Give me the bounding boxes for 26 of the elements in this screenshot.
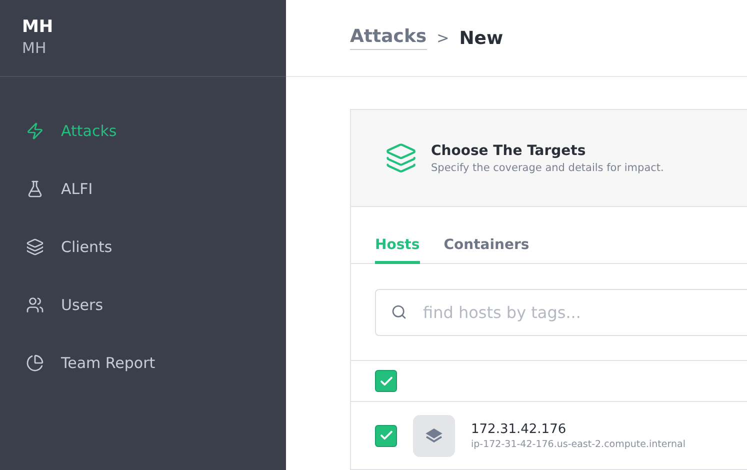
breadcrumb-separator: > (436, 29, 450, 47)
sidebar-item[interactable]: ALFI (0, 160, 286, 218)
sidebar-item[interactable]: Team Report (0, 334, 286, 392)
lightning-bolt-icon (26, 122, 44, 140)
account-subtitle: MH (22, 38, 48, 58)
checkbox[interactable] (375, 370, 397, 392)
sidebar-item[interactable]: Users (0, 276, 286, 334)
search-field[interactable]: find hosts by tags... (375, 289, 747, 336)
layers-icon (26, 238, 44, 256)
page-title: New (459, 28, 504, 48)
pie-chart-icon (26, 354, 44, 372)
search-icon (391, 304, 407, 320)
users-icon (26, 296, 44, 314)
layers-icon (385, 142, 417, 174)
sidebar-item[interactable]: Attacks (0, 102, 286, 160)
sidebar-item[interactable]: Clients (0, 218, 286, 276)
host-address: 172.31.42.176 (471, 422, 568, 436)
host-name: ip-172-31-42-176.us-east-2.compute.internal (471, 438, 686, 450)
card-subtitle: Specify the coverage and details for impact. (431, 162, 664, 174)
card-title: Choose The Targets (431, 142, 587, 158)
tab[interactable]: Containers (444, 237, 530, 264)
account-name: MH (22, 16, 54, 38)
breadcrumb-link[interactable]: Attacks (350, 26, 427, 50)
checkbox[interactable] (375, 424, 397, 446)
host-layers-icon (413, 414, 455, 456)
flask-icon (26, 180, 44, 198)
